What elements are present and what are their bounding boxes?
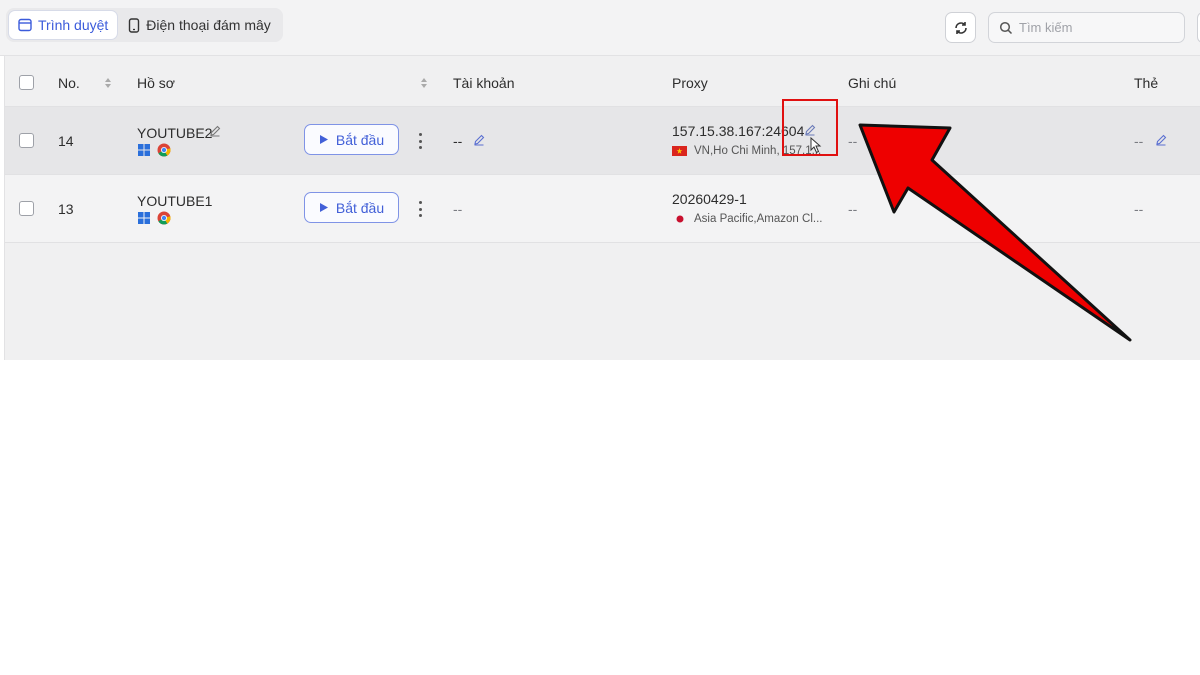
tab-browser-label: Trình duyệt: [38, 17, 109, 33]
header-note: Ghi chú: [848, 75, 897, 91]
sort-icon[interactable]: [420, 77, 428, 89]
row-number: 13: [58, 201, 74, 217]
start-button[interactable]: Bắt đầu: [304, 192, 399, 223]
row-number: 14: [58, 133, 74, 149]
more-options-icon[interactable]: [415, 131, 425, 151]
row-checkbox[interactable]: [19, 201, 34, 216]
top-bar: Trình duyệt Điện thoại đám mây: [0, 0, 1200, 56]
start-button[interactable]: Bắt đầu: [304, 124, 399, 155]
browser-window-icon: [18, 18, 32, 32]
refresh-button[interactable]: [945, 12, 976, 43]
edit-pencil-icon[interactable]: [1155, 134, 1167, 146]
chrome-icon: [157, 211, 171, 225]
annotation-arrow-icon: [858, 123, 1132, 342]
windows-icon: [138, 212, 150, 224]
view-tabs: Trình duyệt Điện thoại đám mây: [6, 8, 283, 42]
phone-icon: [129, 17, 140, 33]
edit-pencil-icon[interactable]: [473, 134, 485, 146]
edit-pencil-icon[interactable]: [209, 125, 221, 137]
chrome-icon: [157, 143, 171, 157]
table-header: No. Hồ sơ Tài khoản Proxy Ghi chú Thẻ: [5, 56, 1200, 107]
red-dot-flag-icon: [676, 215, 684, 223]
tab-browser[interactable]: Trình duyệt: [9, 11, 118, 39]
start-button-label: Bắt đầu: [335, 199, 385, 216]
header-proxy: Proxy: [672, 75, 708, 91]
account-value: --: [453, 133, 463, 149]
windows-icon: [138, 144, 150, 156]
annotation-highlight-box: [782, 99, 838, 156]
play-icon: [319, 203, 328, 212]
header-tag: Thẻ: [1134, 75, 1159, 91]
vietnam-flag-icon: [672, 146, 687, 156]
sort-icon[interactable]: [104, 77, 112, 89]
account-value: --: [453, 201, 463, 217]
row-checkbox[interactable]: [19, 133, 34, 148]
header-profile: Hồ sơ: [137, 75, 175, 91]
search-box[interactable]: [988, 12, 1185, 43]
tab-cloud-phone[interactable]: Điện thoại đám mây: [119, 11, 280, 39]
play-icon: [319, 135, 328, 144]
more-options-icon[interactable]: [415, 199, 425, 219]
profile-name: YOUTUBE1: [137, 193, 213, 209]
search-icon: [999, 21, 1013, 34]
start-button-label: Bắt đầu: [335, 131, 385, 148]
tab-cloud-phone-label: Điện thoại đám mây: [146, 17, 271, 33]
profile-name: YOUTUBE2: [137, 125, 213, 141]
header-no: No.: [58, 75, 80, 91]
refresh-icon: [954, 21, 967, 34]
header-account: Tài khoản: [453, 75, 515, 91]
proxy-location: Asia Pacific,Amazon Cl...: [694, 213, 823, 225]
proxy-address: 20260429-1: [672, 191, 747, 207]
select-all-checkbox[interactable]: [19, 75, 34, 90]
search-input[interactable]: [1019, 20, 1179, 35]
